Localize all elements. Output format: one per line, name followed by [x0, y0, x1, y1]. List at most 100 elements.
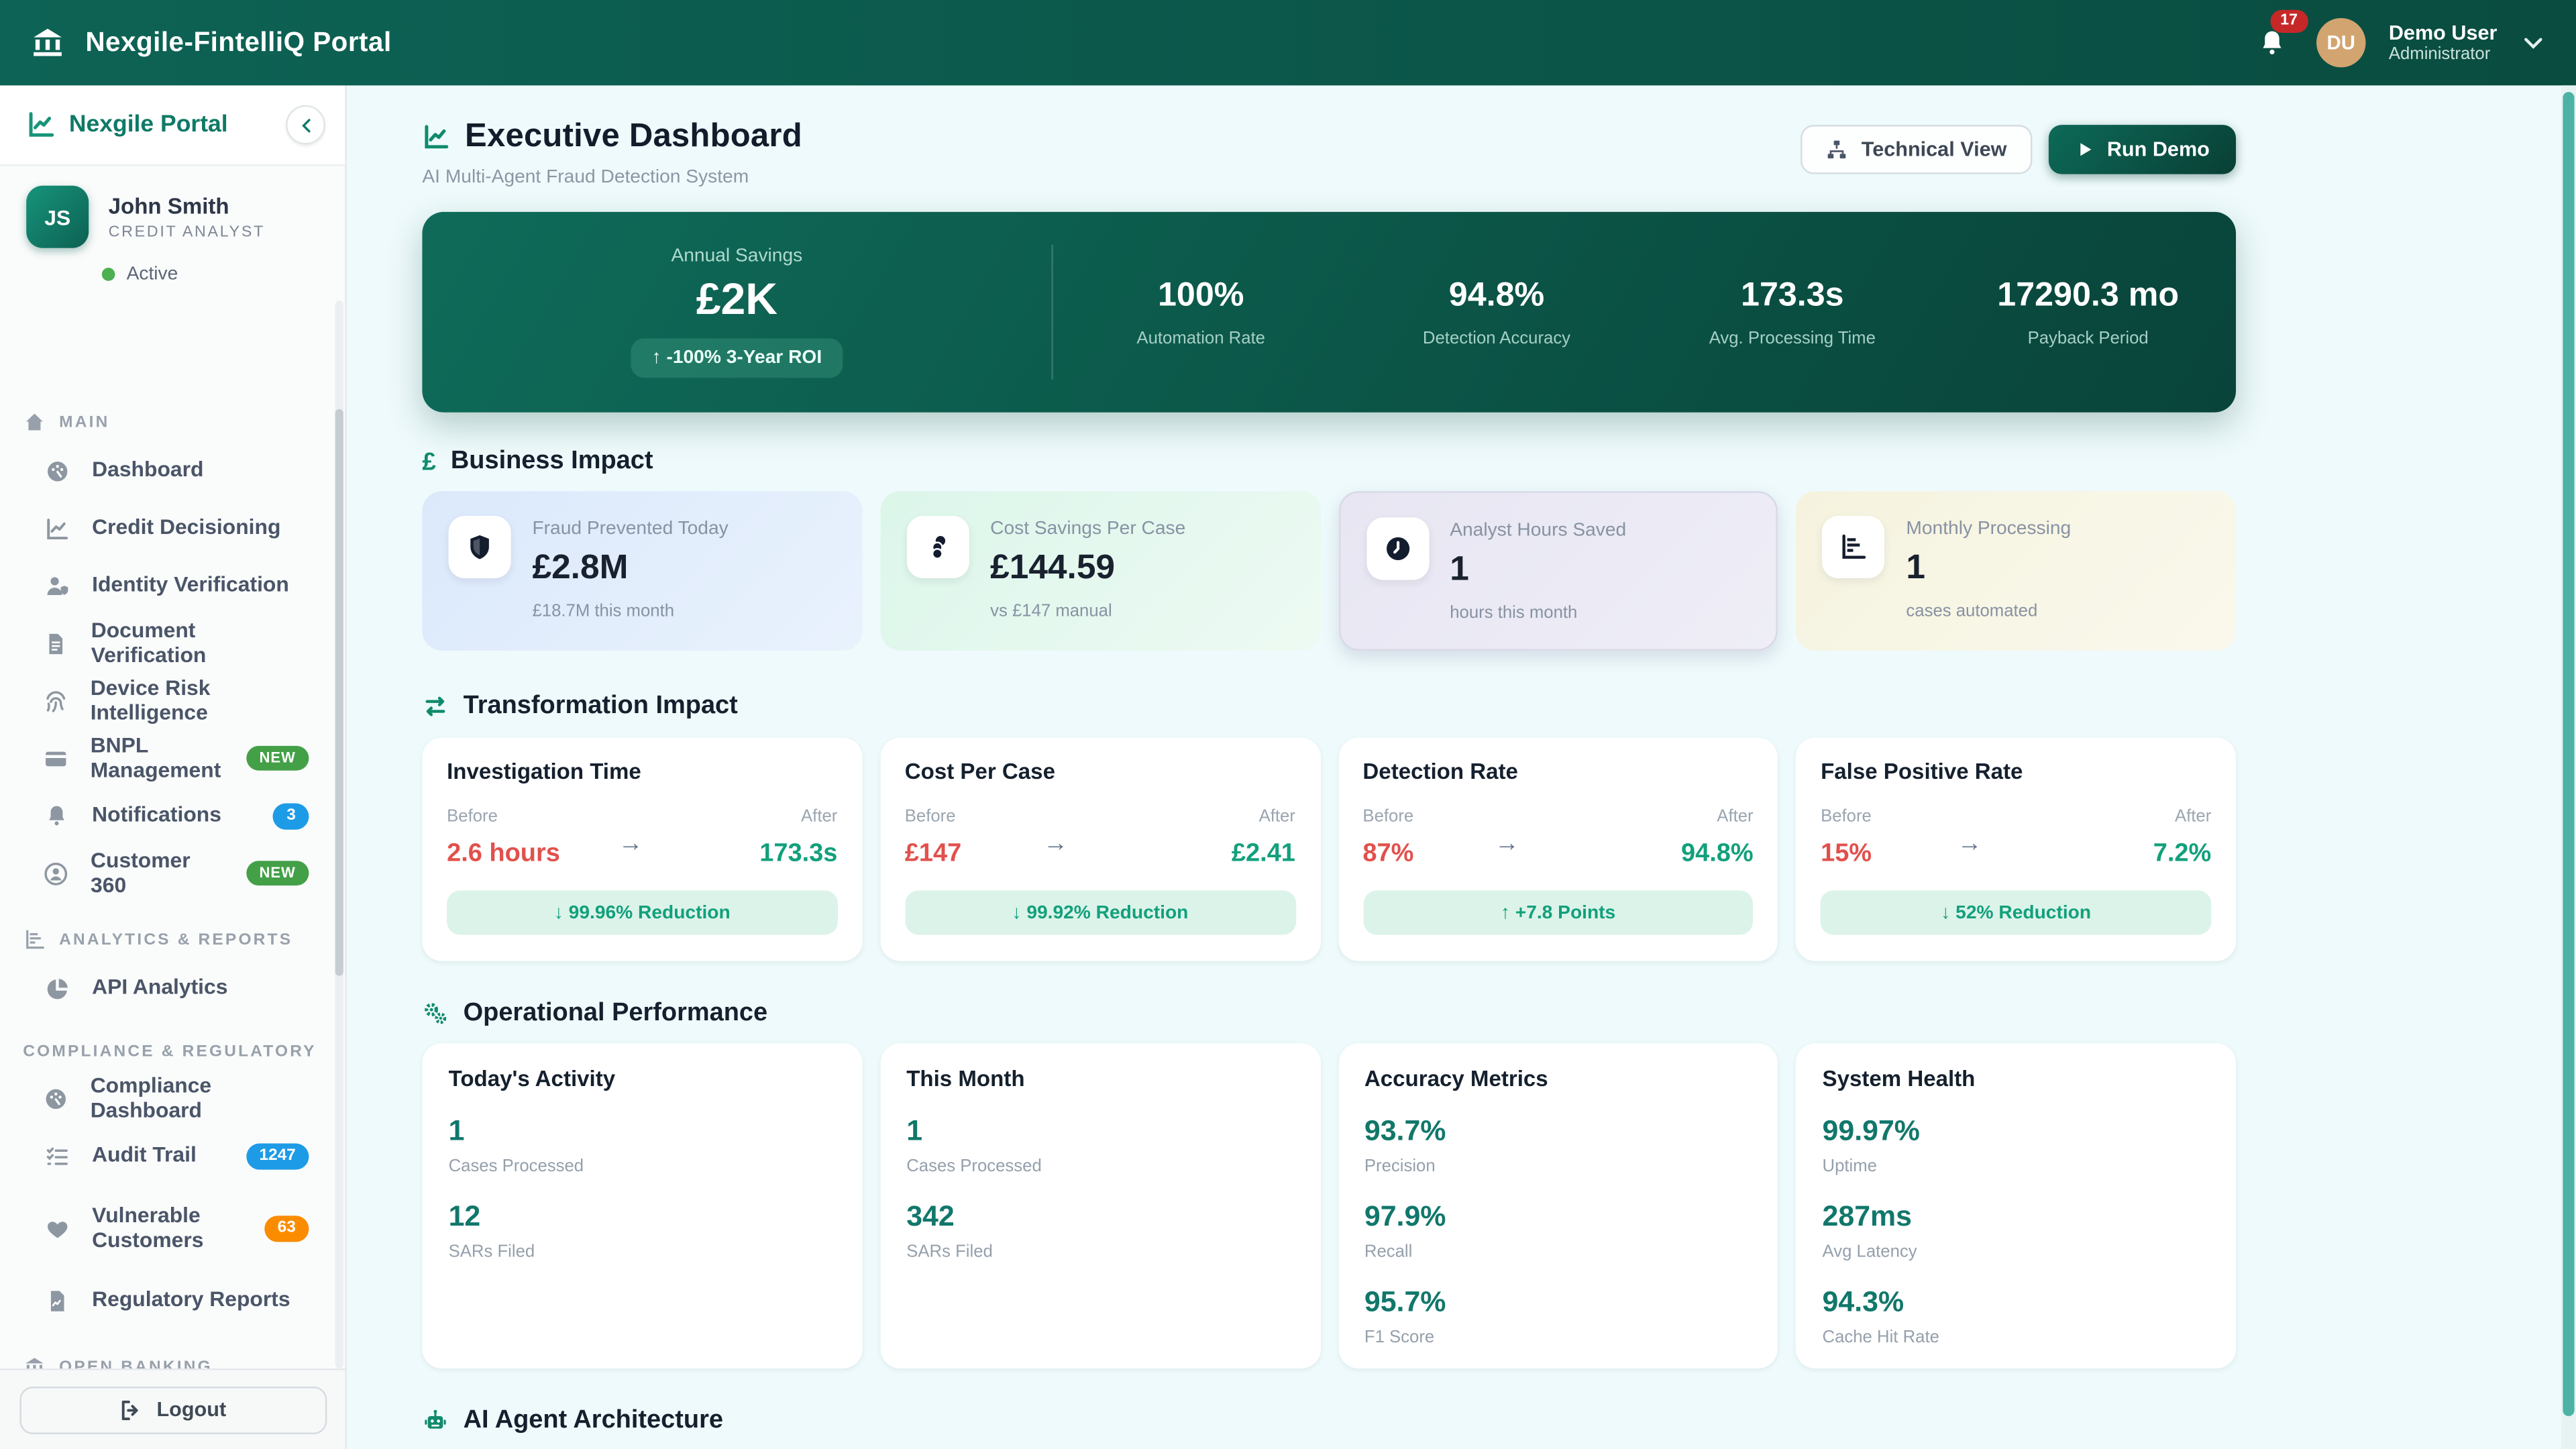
app-brand: Nexgile-FintelliQ Portal [30, 25, 392, 61]
technical-view-button[interactable]: Technical View [1801, 125, 2031, 174]
sidebar-item-api-analytics[interactable]: API Analytics [0, 959, 345, 1017]
run-demo-button[interactable]: Run Demo [2048, 125, 2236, 174]
new-badge: NEW [246, 746, 309, 771]
notifications-bell-button[interactable]: 17 [2251, 21, 2294, 64]
stats-card-this-month: This Month 1Cases Processed 342SARs File… [880, 1043, 1320, 1368]
sidebar: Nexgile Portal JS John Smith CREDIT ANAL… [0, 85, 347, 1449]
sidebar-item-notifications[interactable]: Notifications 3 [0, 787, 345, 845]
gauge-icon [43, 1085, 69, 1112]
comparison-card-investigation-time: Investigation Time Before2.6 hours → Aft… [422, 738, 862, 961]
user-circle-icon [43, 860, 70, 886]
credit-card-icon [43, 745, 69, 771]
hero-stat: 17290.3 mo Payback Period [1940, 276, 2236, 348]
count-badge: 1247 [246, 1142, 309, 1169]
sidebar-item-customer-360[interactable]: Customer 360 NEW [0, 845, 345, 902]
roi-badge: ↑ -100% 3-Year ROI [631, 338, 843, 378]
count-badge: 3 [274, 802, 309, 828]
sidebar-brand: Nexgile Portal [0, 85, 345, 166]
sidebar-user-card: JS John Smith CREDIT ANALYST Active [0, 166, 345, 301]
sidebar-collapse-button[interactable] [286, 105, 325, 145]
sidebar-item-compliance-dashboard[interactable]: Compliance Dashboard [0, 1069, 345, 1127]
sidebar-scrollbar[interactable] [335, 301, 343, 1368]
page-title: Executive Dashboard [465, 118, 802, 156]
metric-card-fraud-prevented: Fraud Prevented Today £2.8M £18.7M this … [422, 491, 862, 651]
section-analytics: ANALYTICS & REPORTS [0, 918, 345, 959]
section-compliance: COMPLIANCE & REGULATORY [0, 1033, 345, 1069]
sidebar-item-device-risk-intelligence[interactable]: Device Risk Intelligence [0, 672, 345, 730]
sitemap-icon [1825, 138, 1848, 161]
roi-banner: Annual Savings £2K ↑ -100% 3-Year ROI 10… [422, 212, 2236, 413]
sidebar-item-regulatory-reports[interactable]: Regulatory Reports [0, 1272, 345, 1330]
bell-icon [2257, 28, 2287, 58]
file-icon [43, 630, 70, 656]
hero-stat: 173.3s Avg. Processing Time [1644, 276, 1940, 348]
change-pill: ↓ 99.92% Reduction [905, 890, 1295, 934]
stats-card-todays-activity: Today's Activity 1Cases Processed 12SARs… [422, 1043, 862, 1368]
logout-button[interactable]: Logout [19, 1386, 326, 1434]
comparison-card-detection-rate: Detection Rate Before87% → After94.8% ↑ … [1338, 738, 1778, 961]
sidebar-item-document-verification[interactable]: Document Verification [0, 614, 345, 672]
sidebar-nav: MAIN Dashboard Credit Decisioning Identi… [0, 386, 345, 1368]
page-scrollbar[interactable] [2561, 85, 2576, 1449]
bell-icon [43, 804, 71, 828]
bank-icon [23, 1355, 46, 1368]
chevron-down-icon[interactable] [2520, 30, 2546, 56]
pound-icon: £ [422, 447, 435, 476]
annual-savings-value: £2K [696, 274, 777, 325]
sidebar-item-identity-verification[interactable]: Identity Verification [0, 557, 345, 614]
sidebar-item-credit-decisioning[interactable]: Credit Decisioning [0, 499, 345, 557]
section-title: Operational Performance [464, 999, 768, 1028]
page-header: Executive Dashboard AI Multi-Agent Fraud… [422, 85, 2236, 187]
section-title: Business Impact [451, 447, 653, 476]
metric-card-monthly-processing: Monthly Processing 1 cases automated [1796, 491, 2236, 651]
arrow-right-icon: → [619, 830, 643, 858]
section-title: Transformation Impact [464, 692, 738, 721]
coins-icon [906, 516, 969, 578]
page-subtitle: AI Multi-Agent Fraud Detection System [422, 168, 802, 187]
chart-line-icon [26, 110, 56, 140]
sidebar-item-audit-trail[interactable]: Audit Trail 1247 [0, 1127, 345, 1185]
comparison-card-false-positive-rate: False Positive Rate Before15% → After7.2… [1796, 738, 2236, 961]
sidebar-footer: Logout [0, 1368, 345, 1449]
pie-chart-icon [43, 975, 71, 1001]
heart-icon [43, 1215, 71, 1241]
stats-card-system-health: System Health 99.97%Uptime 287msAvg Late… [1796, 1043, 2236, 1368]
sidebar-item-bnpl-management[interactable]: BNPL Management NEW [0, 729, 345, 787]
section-open-banking: OPEN BANKING [0, 1346, 345, 1368]
operational-header: Operational Performance [422, 999, 2236, 1028]
sidebar-item-vulnerable-customers[interactable]: Vulnerable Customers 63 [0, 1185, 345, 1272]
user-menu[interactable]: Demo User Administrator [2389, 21, 2498, 64]
section-main: MAIN [0, 401, 345, 442]
annual-savings-label: Annual Savings [671, 246, 802, 266]
hero-stat: 94.8% Detection Accuracy [1349, 276, 1645, 348]
sidebar-user-name: John Smith [109, 193, 265, 218]
architecture-header: AI Agent Architecture [422, 1406, 2236, 1436]
play-icon [2074, 140, 2094, 159]
section-title: AI Agent Architecture [464, 1406, 723, 1436]
change-pill: ↓ 52% Reduction [1821, 890, 2211, 934]
chart-line-icon [422, 123, 450, 152]
user-avatar[interactable]: DU [2316, 18, 2365, 67]
main-content: Executive Dashboard AI Multi-Agent Fraud… [347, 85, 2576, 1449]
section-label: ANALYTICS & REPORTS [59, 930, 292, 949]
home-icon [23, 411, 46, 433]
status-label: Active [127, 264, 178, 284]
metric-card-cost-savings: Cost Savings Per Case £144.59 vs £147 ma… [880, 491, 1320, 651]
gauge-icon [43, 458, 71, 484]
arrow-right-icon: → [1957, 830, 1982, 858]
sidebar-item-dashboard[interactable]: Dashboard [0, 442, 345, 500]
chart-line-icon [43, 515, 71, 541]
count-badge: 63 [264, 1215, 309, 1241]
swap-arrows-icon [422, 693, 448, 719]
shield-icon [449, 516, 511, 578]
top-navbar: Nexgile-FintelliQ Portal 17 DU Demo User… [0, 0, 2576, 85]
section-label: MAIN [59, 413, 109, 431]
app-title: Nexgile-FintelliQ Portal [85, 27, 391, 58]
status-dot [102, 268, 115, 281]
arrow-right-icon: → [1495, 830, 1519, 858]
scrollbar-thumb[interactable] [2563, 92, 2574, 1416]
user-name: Demo User [2389, 21, 2498, 44]
comparison-card-cost-per-case: Cost Per Case Before£147 → After£2.41 ↓ … [880, 738, 1320, 961]
user-shield-icon [43, 572, 71, 598]
sidebar-brand-label: Nexgile Portal [69, 112, 228, 138]
